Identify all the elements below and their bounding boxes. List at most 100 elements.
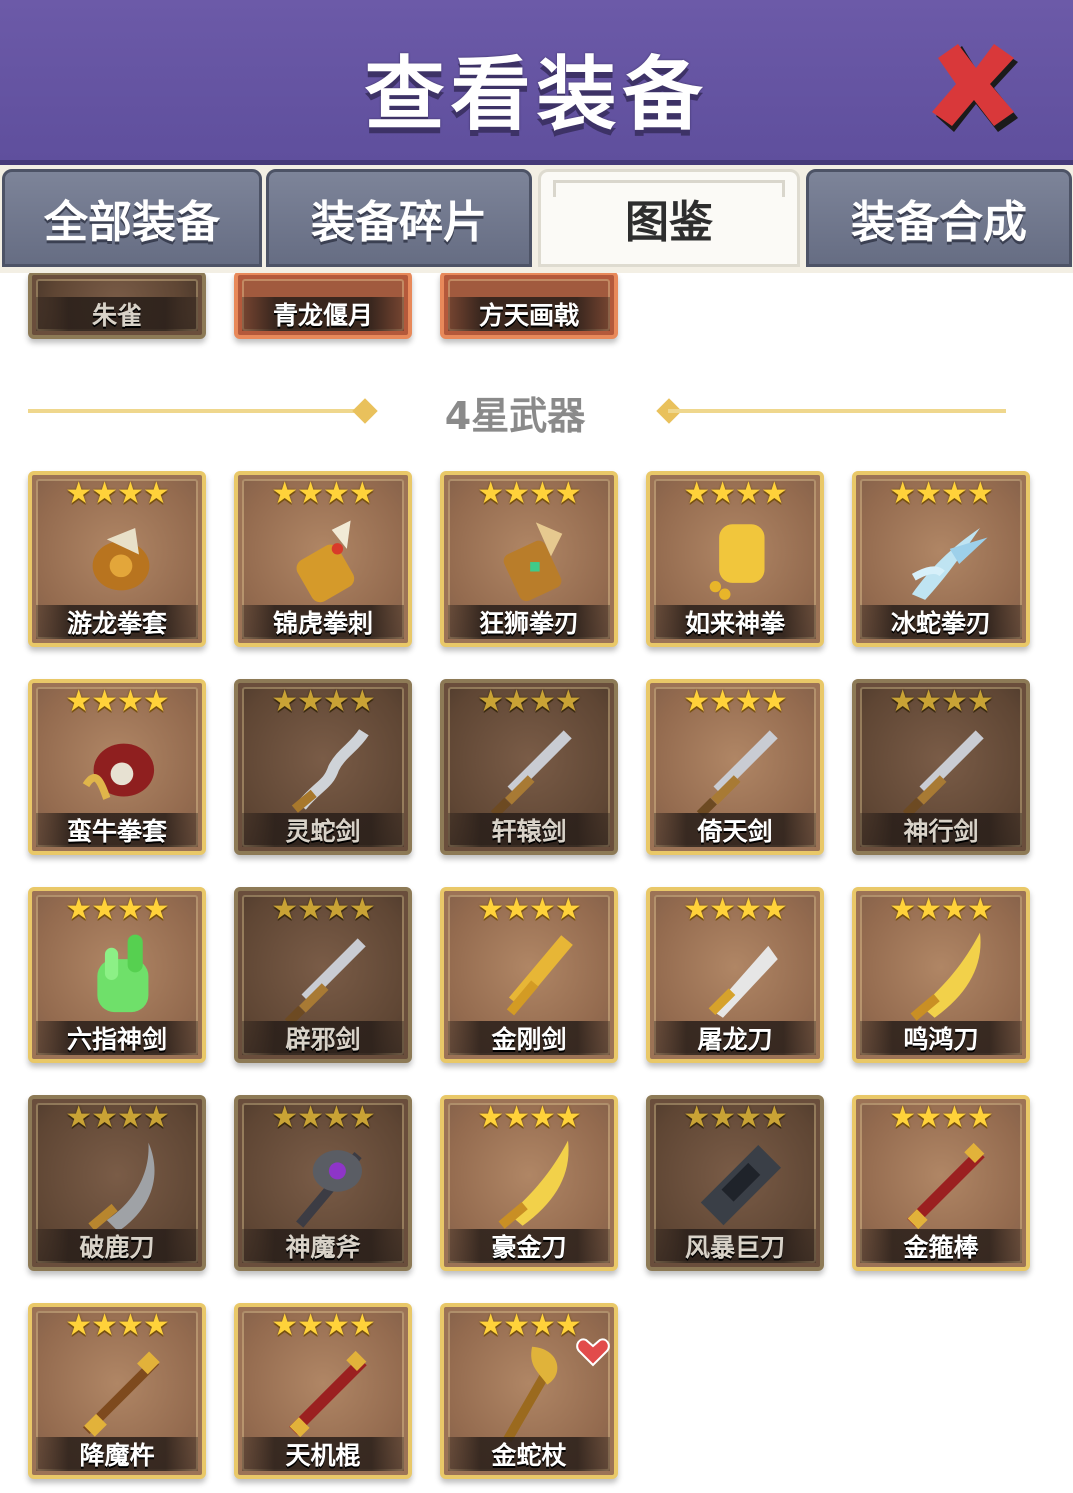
weapon-card[interactable]: ★★★★ 轩辕剑 <box>440 679 618 855</box>
weapon-name: 屠龙刀 <box>654 1021 816 1055</box>
weapon-card[interactable]: ★★★★ 灵蛇剑 <box>234 679 412 855</box>
weapon-card[interactable]: ★★★★ 降魔杵 <box>28 1303 206 1479</box>
weapon-name: 蛮牛拳套 <box>36 813 198 847</box>
weapon-card[interactable]: ★★★★ 狂狮拳刃 <box>440 471 618 647</box>
page-title: 查看装备 <box>364 48 709 141</box>
golden-fist-icon <box>709 524 765 600</box>
weapon-card[interactable]: ★★★★ 天机棍 <box>234 1303 412 1479</box>
weapon-name: 游龙拳套 <box>36 605 198 639</box>
section-divider-left <box>28 409 368 413</box>
weapon-name: 锦虎拳刺 <box>242 605 404 639</box>
weapon-name: 方天画戟 <box>448 297 610 331</box>
star-rating: ★★★★ <box>271 892 376 927</box>
sword-icon <box>696 730 778 818</box>
star-rating: ★★★★ <box>889 892 994 927</box>
star-rating: ★★★★ <box>65 892 170 927</box>
weapon-card[interactable]: ★★★★ 金刚剑 <box>440 887 618 1063</box>
weapon-card[interactable]: ★★★★ 神魔斧 <box>234 1095 412 1271</box>
tab-equipment-fragments[interactable]: 装备碎片 <box>266 169 532 267</box>
tab-equipment-synthesis[interactable]: 装备合成 <box>806 169 1072 267</box>
star-rating: ★★★★ <box>683 684 788 719</box>
weapon-name: 破鹿刀 <box>36 1229 198 1263</box>
axe-icon <box>296 1150 362 1228</box>
weapon-card[interactable]: ★★★★ 金蛇杖 <box>440 1303 618 1479</box>
weapon-name: 金刚剑 <box>448 1021 610 1055</box>
ice-claw-icon <box>911 528 988 600</box>
heart-icon <box>576 1338 610 1367</box>
star-rating: ★★★★ <box>477 476 582 511</box>
weapon-name: 朱雀 <box>36 297 198 331</box>
close-button[interactable] <box>928 38 1024 134</box>
bull-gauntlet-icon <box>82 743 155 800</box>
star-rating: ★★★★ <box>477 892 582 927</box>
star-rating: ★★★★ <box>683 476 788 511</box>
weapon-card[interactable]: ★★★★ 屠龙刀 <box>646 887 824 1063</box>
section-title: 4星武器 <box>444 394 586 438</box>
sword-icon <box>490 730 572 818</box>
tab-all-equipment[interactable]: 全部装备 <box>2 169 262 267</box>
star-rating: ★★★★ <box>65 1308 170 1343</box>
star-rating: ★★★★ <box>683 892 788 927</box>
weapon-name: 鸣鸿刀 <box>860 1021 1022 1055</box>
golden-blade-icon <box>910 932 981 1021</box>
weapon-name: 金蛇杖 <box>448 1437 610 1471</box>
diamond-icon <box>352 398 378 424</box>
weapon-name: 天机棍 <box>242 1437 404 1471</box>
weapon-card[interactable]: ★★★★ 破鹿刀 <box>28 1095 206 1271</box>
weapon-name: 神魔斧 <box>242 1229 404 1263</box>
weapon-card[interactable]: ★★★★ 风暴巨刀 <box>646 1095 824 1271</box>
weapon-card[interactable]: ★★★★ 游龙拳套 <box>28 471 206 647</box>
star-rating: ★★★★ <box>477 684 582 719</box>
weapon-card[interactable]: ★★★★ 辟邪剑 <box>234 887 412 1063</box>
weapon-name: 青龙偃月 <box>242 297 404 331</box>
great-blade-icon <box>700 1144 782 1226</box>
pestle-icon <box>82 1351 160 1437</box>
weapon-card[interactable]: 朱雀 <box>28 273 206 339</box>
star-rating: ★★★★ <box>477 1100 582 1135</box>
weapon-card[interactable]: ★★★★ 金箍棒 <box>852 1095 1030 1271</box>
weapon-name: 风暴巨刀 <box>654 1229 816 1263</box>
broadsword-icon <box>708 945 778 1018</box>
weapon-name: 冰蛇拳刃 <box>860 605 1022 639</box>
weapon-card[interactable]: ★★★★ 蛮牛拳套 <box>28 679 206 855</box>
staff-icon <box>289 1350 367 1438</box>
tab-collection[interactable]: 图鉴 <box>538 169 800 267</box>
weapon-card[interactable]: 方天画戟 <box>440 273 618 339</box>
weapon-card[interactable]: ★★★★ 神行剑 <box>852 679 1030 855</box>
weapon-name: 六指神剑 <box>36 1021 198 1055</box>
weapon-card[interactable]: ★★★★ 鸣鸿刀 <box>852 887 1030 1063</box>
staff-icon <box>907 1142 985 1230</box>
weapon-card[interactable]: ★★★★ 倚天剑 <box>646 679 824 855</box>
star-rating: ★★★★ <box>271 476 376 511</box>
lion-gauntlet-icon <box>503 522 563 602</box>
star-rating: ★★★★ <box>271 1100 376 1135</box>
tab-bar: 全部装备 装备碎片 图鉴 装备合成 <box>0 165 1073 273</box>
weapon-name: 如来神拳 <box>654 605 816 639</box>
star-rating: ★★★★ <box>683 1100 788 1135</box>
weapon-card[interactable]: ★★★★ 如来神拳 <box>646 471 824 647</box>
sword-icon <box>902 730 984 818</box>
serpent-sword-icon <box>291 729 369 813</box>
weapon-name: 狂狮拳刃 <box>448 605 610 639</box>
weapon-card[interactable]: 青龙偃月 <box>234 273 412 339</box>
golden-sword-icon <box>506 935 573 1016</box>
collection-list[interactable]: 朱雀 青龙偃月 方天画戟 4星武器 ★★★★ 游龙拳套 ★★★★ 锦虎拳刺 ★★★★ 狂狮… <box>0 273 1073 1493</box>
weapon-card[interactable]: ★★★★ 六指神剑 <box>28 887 206 1063</box>
section-divider-right <box>668 409 1006 413</box>
star-rating: ★★★★ <box>889 476 994 511</box>
claw-gauntlet-icon <box>296 520 355 603</box>
golden-blade-icon <box>498 1140 569 1229</box>
weapon-name: 辟邪剑 <box>242 1021 404 1055</box>
jade-hand-icon <box>97 934 149 1013</box>
weapon-name: 倚天剑 <box>654 813 816 847</box>
weapon-name: 豪金刀 <box>448 1229 610 1263</box>
close-x-icon <box>932 44 1018 132</box>
weapon-name: 轩辕剑 <box>448 813 610 847</box>
star-rating: ★★★★ <box>889 1100 994 1135</box>
weapon-card[interactable]: ★★★★ 冰蛇拳刃 <box>852 471 1030 647</box>
weapon-card[interactable]: ★★★★ 锦虎拳刺 <box>234 471 412 647</box>
weapon-name: 神行剑 <box>860 813 1022 847</box>
weapon-card[interactable]: ★★★★ 豪金刀 <box>440 1095 618 1271</box>
weapon-name: 灵蛇剑 <box>242 813 404 847</box>
weapon-name: 降魔杵 <box>36 1437 198 1471</box>
